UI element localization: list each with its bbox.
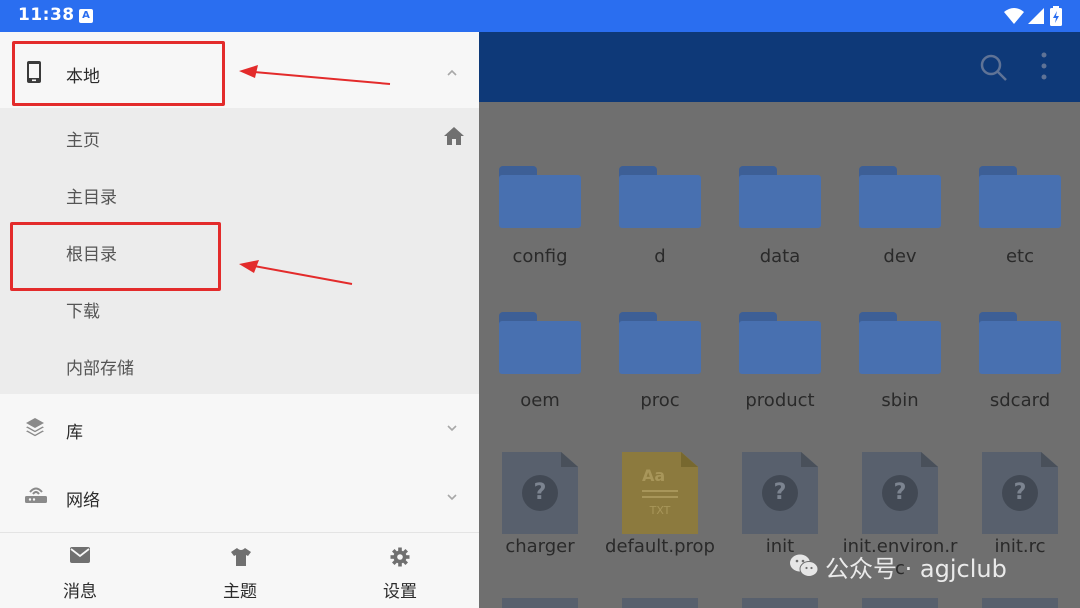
file-name: sdcard	[989, 390, 1051, 411]
bottom-nav-label: 主题	[223, 582, 257, 602]
notification-badge: A	[79, 9, 93, 23]
folder-icon	[979, 312, 1061, 374]
file-name: product	[745, 390, 815, 411]
file-name: data	[759, 246, 801, 267]
file-item	[982, 598, 1058, 608]
folder-icon	[739, 166, 821, 228]
bottom-nav-label: 设置	[383, 582, 417, 602]
file-name: config	[512, 246, 568, 267]
file-name: oem	[520, 390, 560, 411]
file-name: init	[765, 536, 795, 557]
file-item	[742, 598, 818, 608]
file-grid: config d data dev etc oem proc product s…	[479, 102, 1080, 608]
drawer-item-network[interactable]: 网络	[0, 462, 479, 532]
chevron-down-icon[interactable]	[446, 493, 458, 501]
folder-icon	[619, 312, 701, 374]
navigation-drawer: 本地 主页 主目录 根目录 下载 内部存储 库 网络 消息 主题 设置	[0, 32, 479, 608]
unknown-file-icon: ?	[862, 452, 938, 534]
file-name: proc	[640, 390, 680, 411]
bottom-nav-label: 消息	[63, 582, 97, 602]
drawer-item-library[interactable]: 库	[0, 394, 479, 462]
drawer-bottom-bar: 消息 主题 设置	[0, 532, 479, 608]
file-name: default.prop	[605, 536, 715, 557]
file-name: dev	[883, 246, 917, 267]
wifi-icon	[1004, 8, 1024, 24]
search-icon[interactable]	[980, 54, 1008, 82]
folder-icon	[499, 166, 581, 228]
annotation-arrow	[239, 65, 391, 85]
folder-icon	[859, 166, 941, 228]
messages-button[interactable]: 消息	[20, 533, 140, 608]
battery-icon	[1050, 6, 1062, 26]
status-time: 11:38	[18, 5, 75, 25]
drawer-item-label: 库	[66, 423, 83, 443]
folder-icon	[619, 166, 701, 228]
sub-item-label: 主目录	[66, 188, 117, 208]
file-name: etc	[1005, 246, 1035, 267]
folder-icon	[499, 312, 581, 374]
status-bar: 11:38 A	[0, 0, 1080, 32]
sub-item-internal-storage[interactable]: 内部存储	[0, 337, 479, 394]
file-name: charger	[505, 536, 575, 557]
text-file-icon: Aa TXT	[622, 452, 698, 534]
signal-icon	[1028, 8, 1044, 24]
unknown-file-icon: ?	[982, 452, 1058, 534]
tshirt-icon	[231, 548, 251, 566]
theme-button[interactable]: 主题	[180, 533, 300, 608]
wechat-icon	[790, 554, 819, 577]
file-item	[622, 598, 698, 608]
chevron-up-icon[interactable]	[446, 69, 458, 77]
unknown-file-icon: ?	[742, 452, 818, 534]
file-item	[862, 598, 938, 608]
unknown-file-icon: ?	[502, 452, 578, 534]
mail-icon	[70, 547, 90, 563]
annotation-arrow	[239, 260, 353, 285]
annotation-box-local	[12, 41, 225, 106]
file-name: sbin	[881, 390, 919, 411]
annotation-box-root-dir	[10, 222, 221, 291]
file-item	[502, 598, 578, 608]
more-vert-icon[interactable]	[1040, 52, 1048, 80]
layers-icon	[26, 418, 44, 437]
folder-icon	[979, 166, 1061, 228]
watermark-text: 公众号 · agjclub	[825, 555, 1007, 583]
chevron-down-icon[interactable]	[446, 424, 458, 432]
folder-icon	[859, 312, 941, 374]
drawer-item-label: 网络	[66, 491, 100, 511]
gear-icon	[390, 547, 410, 567]
home-icon	[444, 127, 464, 145]
file-name: d	[654, 246, 666, 267]
folder-icon	[739, 312, 821, 374]
sub-item-home-dir[interactable]: 主目录	[0, 166, 479, 223]
sub-item-label: 主页	[66, 131, 100, 151]
sub-item-home[interactable]: 主页	[0, 108, 479, 166]
router-icon	[25, 487, 47, 503]
settings-button[interactable]: 设置	[340, 533, 460, 608]
sub-item-label: 内部存储	[66, 359, 134, 379]
sub-item-label: 下载	[66, 302, 100, 322]
